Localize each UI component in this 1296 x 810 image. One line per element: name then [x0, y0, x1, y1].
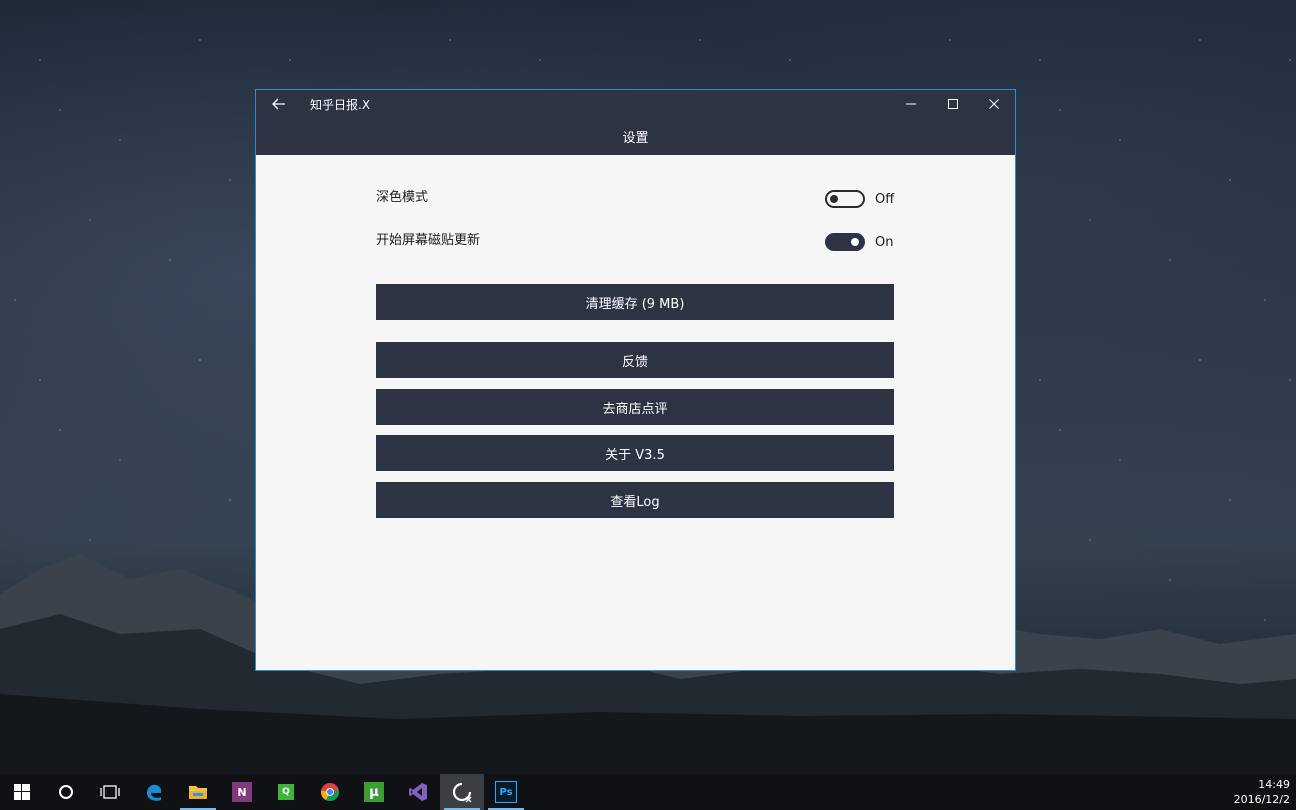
photoshop-icon: Ps — [495, 781, 517, 803]
cortana-search-icon — [59, 785, 73, 799]
rate-in-store-button[interactable]: 去商店点评 — [376, 389, 894, 425]
taskbar: N Q µ Ps 14:49 2016/12/2 — [0, 774, 1296, 810]
live-tile-toggle[interactable] — [825, 233, 865, 251]
page-title: 设置 — [622, 131, 649, 146]
feedback-button[interactable]: 反馈 — [376, 342, 894, 378]
live-tile-setting: 开始屏幕磁贴更新 On — [376, 229, 896, 253]
dark-mode-setting: 深色模式 Off — [376, 186, 896, 210]
maximize-button[interactable] — [932, 90, 974, 118]
chrome-icon — [321, 783, 340, 802]
dark-mode-toggle[interactable] — [825, 190, 865, 208]
edge-browser-icon — [147, 784, 162, 801]
maximize-icon — [948, 99, 958, 109]
app-title: 知乎日报.X — [310, 98, 371, 112]
close-button[interactable] — [973, 90, 1015, 118]
task-view-icon — [100, 785, 120, 799]
view-log-button[interactable]: 查看Log — [376, 482, 894, 518]
title-bar: 知乎日报.X — [256, 90, 1015, 118]
back-button[interactable] — [264, 90, 294, 118]
toggle-knob — [851, 238, 859, 246]
taskbar-file-explorer[interactable] — [176, 774, 220, 810]
taskbar-utorrent[interactable]: µ — [352, 774, 396, 810]
task-view-button[interactable] — [88, 774, 132, 810]
windows-start-icon — [14, 784, 30, 800]
visual-studio-icon — [409, 783, 427, 801]
system-clock[interactable]: 14:49 2016/12/2 — [1234, 777, 1290, 807]
app-window: 知乎日报.X 设置 深色模式 Off 开始屏幕磁贴更新 On 清理缓存 (9 M… — [255, 89, 1016, 671]
onenote-icon: N — [232, 782, 252, 802]
taskbar-chrome[interactable] — [308, 774, 352, 810]
live-tile-state: On — [875, 235, 894, 250]
minimize-icon — [906, 103, 916, 105]
taskbar-zhihu-daily[interactable] — [440, 774, 484, 810]
clock-time: 14:49 — [1258, 778, 1290, 791]
dark-mode-label: 深色模式 — [376, 190, 429, 205]
utorrent-icon: µ — [364, 782, 384, 802]
dark-mode-state: Off — [875, 192, 895, 207]
live-tile-label: 开始屏幕磁贴更新 — [376, 233, 481, 248]
clear-cache-button[interactable]: 清理缓存 (9 MB) — [376, 284, 894, 320]
cortana-button[interactable] — [44, 774, 88, 810]
taskbar-edge[interactable] — [132, 774, 176, 810]
file-explorer-icon — [189, 786, 207, 799]
minimize-button[interactable] — [890, 90, 932, 118]
close-icon — [989, 99, 999, 109]
about-button[interactable]: 关于 V3.5 — [376, 435, 894, 471]
taskbar-onenote[interactable]: N — [220, 774, 264, 810]
taskbar-visual-studio[interactable] — [396, 774, 440, 810]
qq-app-icon: Q — [278, 784, 294, 800]
page-header: 设置 — [256, 118, 1015, 155]
taskbar-qq[interactable]: Q — [264, 774, 308, 810]
zhihu-daily-app-icon — [452, 782, 472, 803]
toggle-knob — [830, 195, 838, 203]
back-arrow-icon — [272, 98, 285, 110]
taskbar-photoshop[interactable]: Ps — [484, 774, 528, 810]
clock-date: 2016/12/2 — [1233, 793, 1290, 806]
start-button[interactable] — [0, 774, 44, 810]
settings-content: 深色模式 Off 开始屏幕磁贴更新 On 清理缓存 (9 MB) 反馈 去商店点… — [256, 155, 1015, 670]
